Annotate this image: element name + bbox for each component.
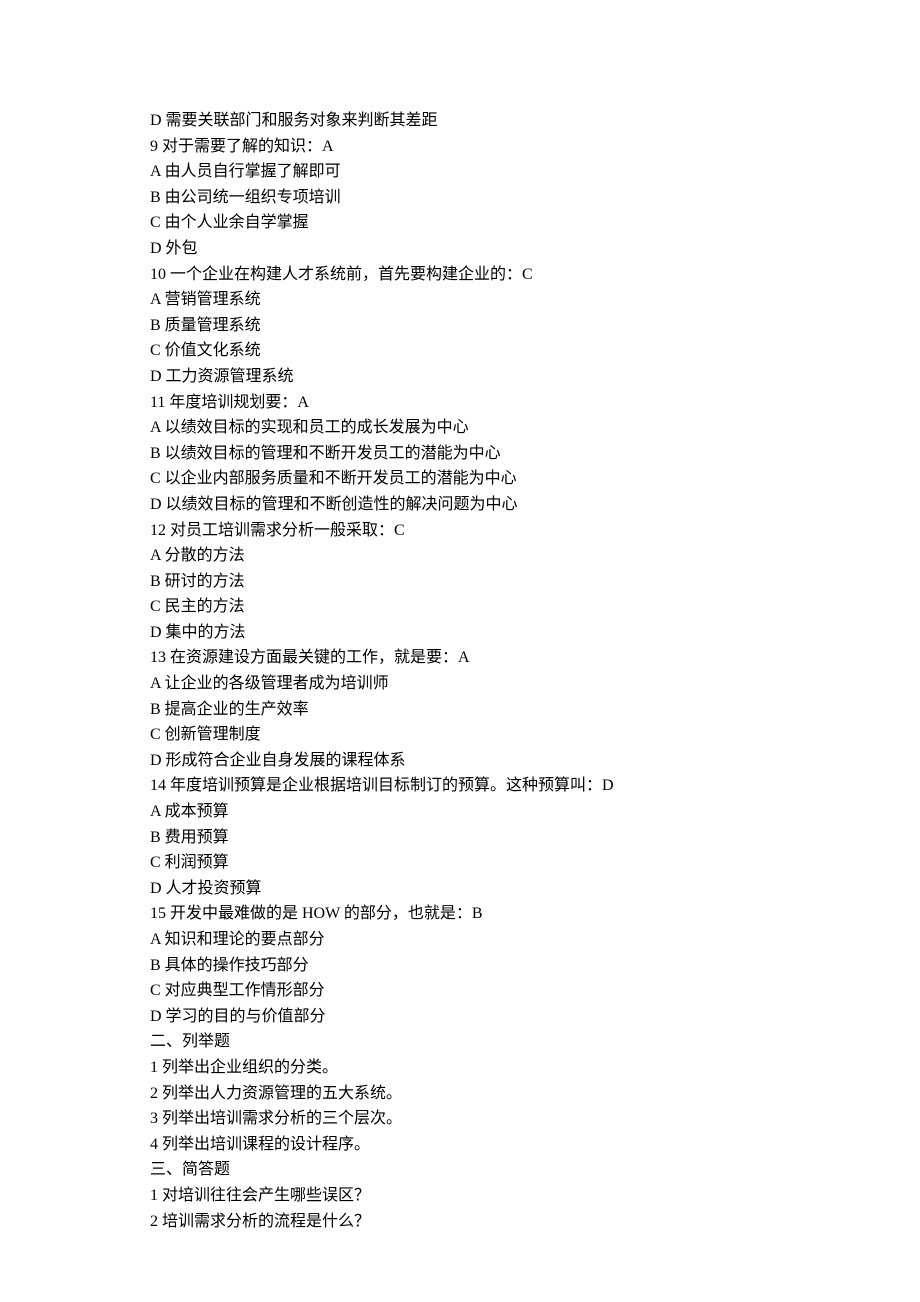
text-line: A 知识和理论的要点部分 — [150, 927, 770, 953]
text-line: C 利润预算 — [150, 850, 770, 876]
text-line: B 提高企业的生产效率 — [150, 697, 770, 723]
text-line: D 需要关联部门和服务对象来判断其差距 — [150, 108, 770, 134]
text-line: A 分散的方法 — [150, 543, 770, 569]
text-line: D 集中的方法 — [150, 620, 770, 646]
text-line: D 学习的目的与价值部分 — [150, 1004, 770, 1030]
text-line: B 费用预算 — [150, 825, 770, 851]
text-line: A 以绩效目标的实现和员工的成长发展为中心 — [150, 415, 770, 441]
text-line: C 价值文化系统 — [150, 338, 770, 364]
text-line: D 外包 — [150, 236, 770, 262]
text-line: D 工力资源管理系统 — [150, 364, 770, 390]
text-line: 4 列举出培训课程的设计程序。 — [150, 1132, 770, 1158]
text-line: 12 对员工培训需求分析一般采取：C — [150, 518, 770, 544]
text-line: 1 列举出企业组织的分类。 — [150, 1055, 770, 1081]
text-line: A 让企业的各级管理者成为培训师 — [150, 671, 770, 697]
text-line: 二、列举题 — [150, 1029, 770, 1055]
text-line: 11 年度培训规划要：A — [150, 390, 770, 416]
text-line: D 形成符合企业自身发展的课程体系 — [150, 748, 770, 774]
text-line: 2 列举出人力资源管理的五大系统。 — [150, 1081, 770, 1107]
text-line: 10 一个企业在构建人才系统前，首先要构建企业的：C — [150, 262, 770, 288]
text-line: C 创新管理制度 — [150, 722, 770, 748]
text-line: D 人才投资预算 — [150, 876, 770, 902]
text-line: 14 年度培训预算是企业根据培训目标制订的预算。这种预算叫：D — [150, 773, 770, 799]
text-line: C 以企业内部服务质量和不断开发员工的潜能为中心 — [150, 466, 770, 492]
document-page: D 需要关联部门和服务对象来判断其差距 9 对于需要了解的知识：A A 由人员自… — [0, 0, 920, 1294]
text-line: A 营销管理系统 — [150, 287, 770, 313]
text-line: A 成本预算 — [150, 799, 770, 825]
text-line: B 具体的操作技巧部分 — [150, 953, 770, 979]
text-line: C 由个人业余自学掌握 — [150, 210, 770, 236]
text-line: B 以绩效目标的管理和不断开发员工的潜能为中心 — [150, 441, 770, 467]
text-line: A 由人员自行掌握了解即可 — [150, 159, 770, 185]
text-line: 9 对于需要了解的知识：A — [150, 134, 770, 160]
text-line: C 对应典型工作情形部分 — [150, 978, 770, 1004]
text-line: B 由公司统一组织专项培训 — [150, 185, 770, 211]
text-line: B 研讨的方法 — [150, 569, 770, 595]
text-line: D 以绩效目标的管理和不断创造性的解决问题为中心 — [150, 492, 770, 518]
text-line: B 质量管理系统 — [150, 313, 770, 339]
text-line: 13 在资源建设方面最关键的工作，就是要：A — [150, 645, 770, 671]
text-line: 15 开发中最难做的是 HOW 的部分，也就是：B — [150, 901, 770, 927]
text-line: 2 培训需求分析的流程是什么？ — [150, 1209, 770, 1235]
text-line: 三、简答题 — [150, 1157, 770, 1183]
text-line: C 民主的方法 — [150, 594, 770, 620]
text-line: 3 列举出培训需求分析的三个层次。 — [150, 1106, 770, 1132]
text-line: 1 对培训往往会产生哪些误区？ — [150, 1183, 770, 1209]
